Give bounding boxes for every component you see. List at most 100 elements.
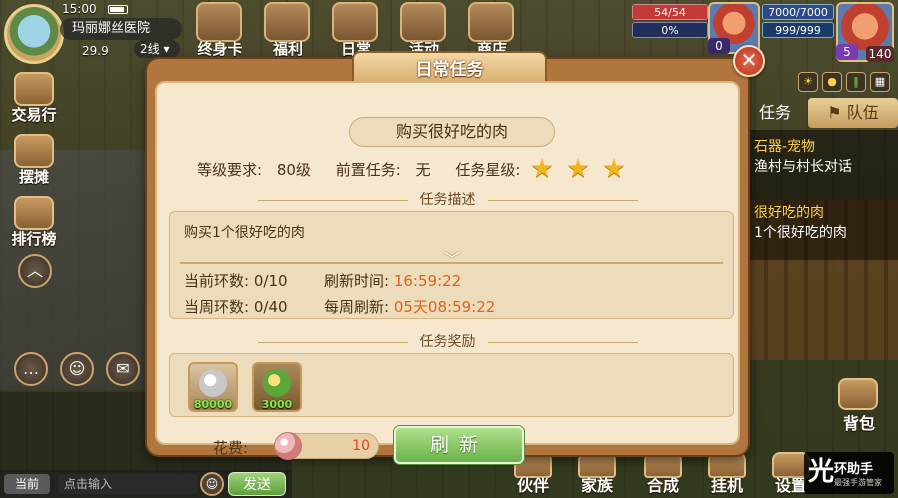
coordinate-readout: 29.9 — [82, 44, 109, 58]
auto-button[interactable]: 挂机 — [698, 452, 756, 498]
pet-mp-bar: 0% — [632, 22, 708, 38]
reward-item[interactable]: 80000 — [188, 362, 238, 412]
pearl-icon — [274, 432, 302, 460]
stall-label: 摆摊 — [18, 168, 49, 186]
ranking-icon — [14, 196, 54, 230]
sun-icon[interactable]: ☀ — [798, 72, 818, 92]
lifetime-card-icon — [196, 2, 242, 42]
level-req-value: 80级 — [276, 160, 311, 179]
player-mp-bar: 999/999 — [762, 22, 834, 38]
minimap-icon[interactable] — [4, 4, 64, 64]
stall-button[interactable]: 摆摊 — [2, 134, 66, 192]
watermark-brand: 环助手 — [834, 462, 874, 477]
pause-icon[interactable]: ‖ — [846, 72, 866, 92]
gift-icon — [264, 2, 310, 42]
desc-section-label: 任务描述 — [157, 189, 738, 209]
send-button[interactable]: 发送 — [228, 472, 286, 496]
chat-bubble-icon[interactable]: … — [14, 352, 48, 386]
task-name: 购买很好吃的肉 — [349, 117, 555, 147]
ranking-label: 排行榜 — [11, 230, 57, 248]
task-entry[interactable]: 很好吃的肉 1个很好吃的肉 — [746, 202, 898, 242]
reward-item[interactable]: 3000 — [252, 362, 302, 412]
daily-task-dialog: 日常任务 购买很好吃的肉 等级要求: 80级 前置任务: 无 任务星级: ★ ★ ★ … — [145, 51, 750, 464]
silver-coin-icon — [199, 369, 227, 397]
player-rank-badge: 5 — [836, 44, 858, 60]
watermark-sub: 最强手游管家 — [834, 478, 882, 487]
close-icon[interactable]: ✕ — [733, 45, 765, 77]
task-entry-title: 很好吃的肉 — [754, 205, 824, 221]
week-rounds: 当周环数: 0/40 — [184, 298, 288, 316]
reward-qty: 80000 — [193, 398, 233, 411]
reward-section-label: 任务奖励 — [157, 331, 738, 351]
star-icon: ★ — [602, 154, 626, 184]
bag-icon — [838, 378, 878, 410]
weekly-refresh: 每周刷新: 05天08:59:22 — [324, 298, 496, 316]
cost-value: 10 — [352, 438, 370, 454]
friends-icon[interactable]: ☺ — [60, 352, 94, 386]
task-entry-title: 石器-宠物 — [754, 139, 816, 155]
collapse-up-icon[interactable]: ︿ — [18, 254, 52, 288]
pet-level-badge: 0 — [708, 38, 730, 54]
task-info-row: 等级要求: 80级 前置任务: 无 任务星级: ★ ★ ★ — [197, 154, 658, 184]
refresh-time: 刷新时间: 16:59:22 — [324, 272, 462, 290]
reward-qty: 3000 — [261, 398, 293, 411]
flag-icon: ⚑ — [827, 103, 842, 122]
trade-label: 交易行 — [11, 106, 57, 124]
craft-label: 合成 — [646, 476, 679, 495]
task-entry-desc: 渔村与村长对话 — [754, 159, 852, 175]
welfare-button[interactable]: 福利 — [258, 0, 318, 60]
tab-tasks[interactable]: 任务 — [746, 98, 804, 128]
chevron-down-icon[interactable]: ﹀ — [440, 252, 464, 268]
task-team-tabs: 任务 ⚑ 队伍 — [746, 98, 898, 128]
coin-icon[interactable]: ● — [822, 72, 842, 92]
emoji-icon[interactable]: ☺ — [200, 472, 224, 496]
task-entry-desc: 1个很好吃的肉 — [754, 225, 847, 241]
player-level-badge: 140 — [866, 46, 894, 62]
event-icon — [400, 2, 446, 42]
refresh-button[interactable]: 刷新 — [394, 426, 524, 464]
task-entry[interactable]: 石器-宠物 渔村与村长对话 — [746, 136, 898, 176]
craft-button[interactable]: 合成 — [634, 452, 692, 498]
level-req-label: 等级要求: — [197, 160, 263, 179]
star-icon: ★ — [566, 154, 590, 184]
prereq-value: 无 — [415, 160, 431, 179]
partner-label: 伙伴 — [516, 476, 549, 495]
welfare-label: 福利 — [272, 40, 303, 58]
server-line-select[interactable]: 2线 ▾ — [134, 40, 180, 58]
prereq-label: 前置任务: — [335, 160, 401, 179]
tab-team-label: 队伍 — [846, 103, 879, 122]
watermark: 光 环助手 最强手游管家 — [804, 452, 894, 494]
ranking-button[interactable]: 排行榜 — [2, 196, 66, 254]
dialog-body: 购买很好吃的肉 等级要求: 80级 前置任务: 无 任务星级: ★ ★ ★ 任务描述 … — [155, 81, 740, 464]
lifetime-card-button[interactable]: 终身卡 — [190, 0, 250, 60]
family-button[interactable]: 家族 — [568, 452, 626, 498]
trade-icon — [14, 72, 54, 106]
star-rating: ★ ★ ★ — [530, 154, 638, 184]
shop-icon — [468, 2, 514, 42]
grid-icon[interactable]: ▦ — [870, 72, 890, 92]
player-hp-bar: 7000/7000 — [762, 4, 834, 20]
pet-status: 54/54 0% — [632, 4, 708, 44]
chat-input[interactable]: 点击输入 — [58, 474, 198, 494]
stall-icon — [14, 134, 54, 168]
stars-label: 任务星级: — [455, 160, 521, 179]
bag-button[interactable]: 背包 — [828, 378, 890, 434]
tab-team[interactable]: ⚑ 队伍 — [808, 98, 898, 128]
server-line-label: 2线 — [140, 42, 160, 56]
cost-label: 花费: — [213, 439, 249, 457]
family-label: 家族 — [580, 476, 613, 495]
lifetime-card-label: 终身卡 — [197, 40, 243, 58]
exp-icon — [263, 369, 291, 397]
trade-button[interactable]: 交易行 — [2, 72, 66, 130]
task-tracker: 石器-宠物 渔村与村长对话 很好吃的肉 1个很好吃的肉 — [746, 130, 898, 260]
star-icon: ★ — [530, 154, 554, 184]
battery-icon — [108, 5, 128, 14]
daily-icon — [332, 2, 378, 42]
reward-box: 80000 3000 — [169, 353, 734, 417]
auto-label: 挂机 — [710, 476, 743, 495]
location-name[interactable]: 玛丽娜丝医院 — [60, 18, 182, 40]
watermark-logo: 光 — [808, 457, 835, 487]
mail-icon[interactable]: ✉ — [106, 352, 140, 386]
task-description-box: 购买1个很好吃的肉 ﹀ 当前环数: 0/10 刷新时间: 16:59:22 当周… — [169, 211, 734, 319]
chat-channel-tab[interactable]: 当前 — [4, 474, 50, 494]
